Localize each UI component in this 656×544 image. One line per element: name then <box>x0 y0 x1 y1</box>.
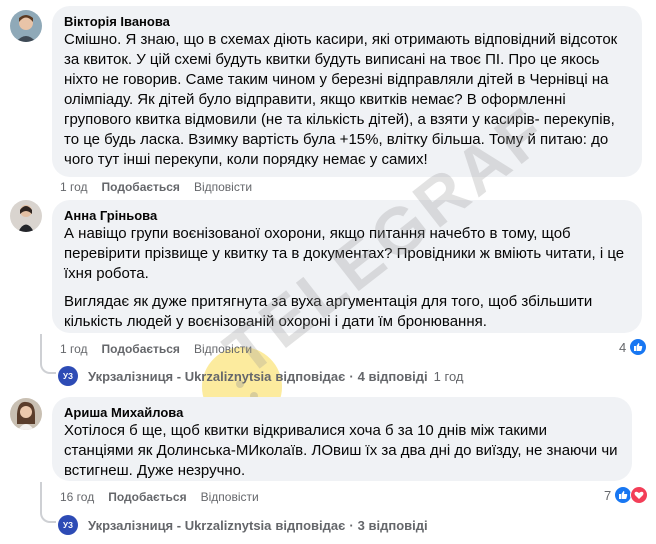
reply-button[interactable]: Відповісти <box>201 490 259 504</box>
reply-separator: · <box>349 517 354 533</box>
replies-link[interactable]: УЗ Укрзалізниця - Ukrzaliznytsia відпові… <box>58 515 428 535</box>
avatar-viktoriia[interactable] <box>10 10 42 42</box>
comment-text: Хотілося б ще, щоб квитки відкривалися х… <box>64 421 620 481</box>
reply-count: 4 відповіді <box>357 368 428 384</box>
reply-action: відповідає <box>275 368 346 384</box>
comment-author[interactable]: Вікторія Іванова <box>64 13 630 30</box>
like-button[interactable]: Подобається <box>102 342 180 356</box>
like-button[interactable]: Подобається <box>102 180 180 194</box>
thumbs-up-icon <box>629 338 648 356</box>
comment-time[interactable]: 16 год <box>60 490 94 504</box>
comment-author[interactable]: Ариша Михайлова <box>64 404 620 421</box>
like-button[interactable]: Подобається <box>108 490 186 504</box>
comment-actions: 1 год Подобається Відповісти <box>60 180 252 194</box>
ukrzaliznytsia-logo-icon: УЗ <box>58 515 78 535</box>
avatar-anna[interactable] <box>10 200 42 232</box>
reaction-count: 7 <box>604 487 612 503</box>
comment-bubble: Ариша Михайлова Хотілося б ще, щоб квитк… <box>52 397 632 481</box>
ukrzaliznytsia-logo-icon: УЗ <box>58 366 78 386</box>
reply-button[interactable]: Відповісти <box>194 180 252 194</box>
comment-time[interactable]: 1 год <box>60 180 88 194</box>
reply-thread-line <box>40 334 56 374</box>
avatar-arysha[interactable] <box>10 398 42 430</box>
heart-icon <box>630 486 649 504</box>
reply-thread-line <box>40 482 56 523</box>
comment-time[interactable]: 1 год <box>60 342 88 356</box>
reaction-summary[interactable]: 7 <box>604 486 649 504</box>
reaction-summary[interactable]: 4 <box>619 338 648 356</box>
comment-paragraph: Хотілося б ще, щоб квитки відкривалися х… <box>64 422 618 479</box>
reply-separator: · <box>349 368 354 384</box>
comment-actions: 16 год Подобається Відповісти <box>60 490 259 504</box>
reply-count: 3 відповіді <box>357 517 428 533</box>
reaction-count: 4 <box>619 339 627 355</box>
reply-action: відповідає <box>275 517 346 533</box>
reply-time: 1 год <box>433 368 464 384</box>
reply-page-name: Укрзалізниця - Ukrzaliznytsia <box>88 517 272 533</box>
